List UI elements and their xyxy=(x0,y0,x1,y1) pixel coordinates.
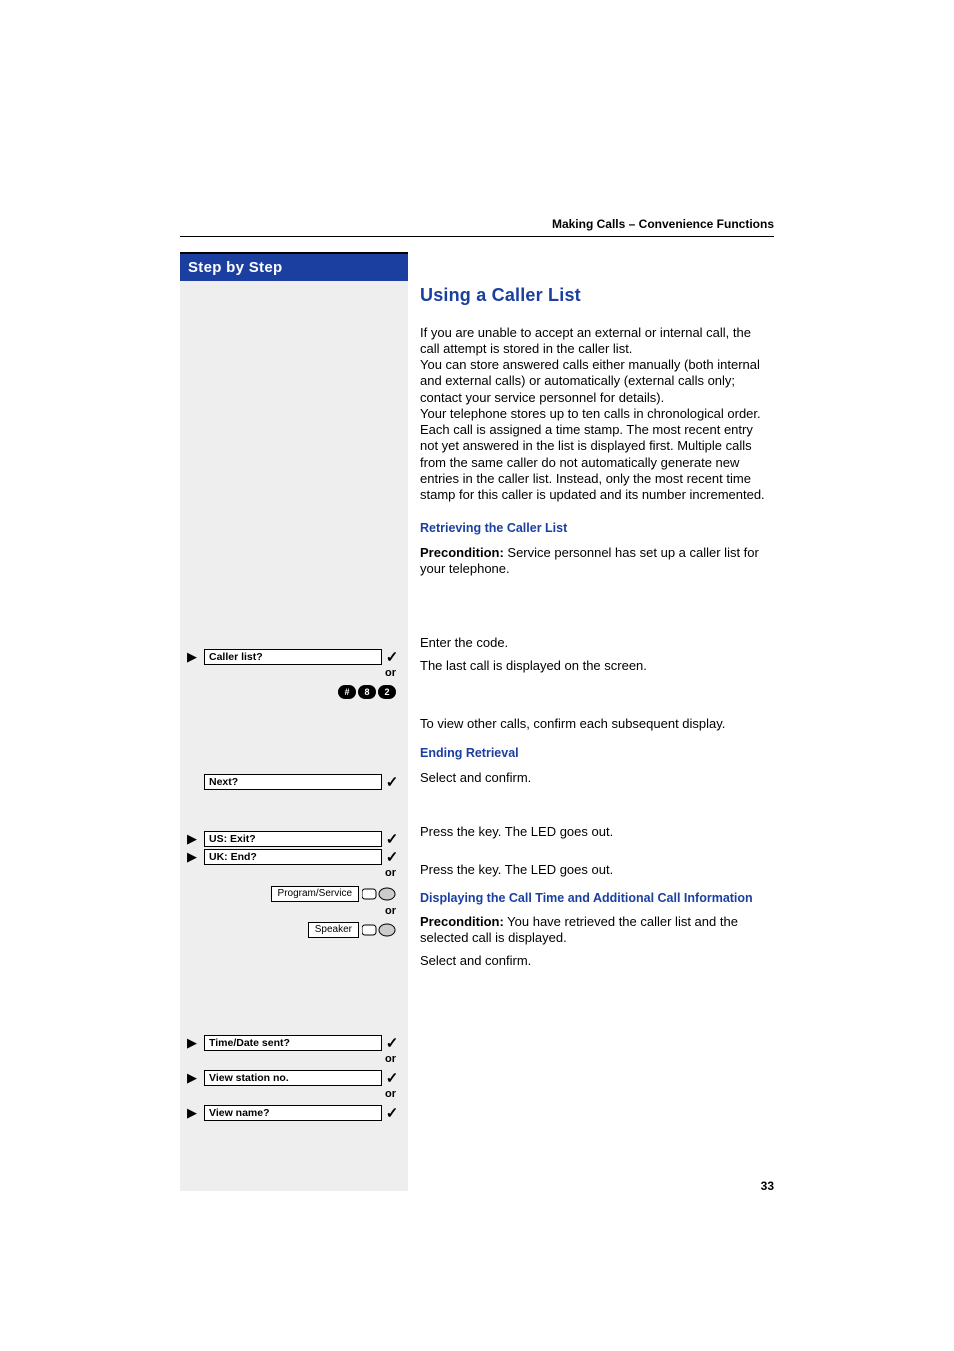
check-icon: ✓ xyxy=(382,1069,402,1087)
code-keys-row: # 8 2 xyxy=(180,685,402,699)
or-label: or xyxy=(180,867,402,879)
section-title: Using a Caller List xyxy=(420,284,774,307)
instruction-text: Press the key. The LED goes out. xyxy=(420,824,774,840)
running-header: Making Calls – Convenience Functions xyxy=(552,217,774,231)
display-prompt: Time/Date sent? xyxy=(204,1035,382,1051)
page: Making Calls – Convenience Functions Ste… xyxy=(0,0,954,1351)
key-label: Program/Service xyxy=(271,886,359,902)
key-with-led-icon[interactable] xyxy=(362,887,396,901)
subsection-title: Retrieving the Caller List xyxy=(420,521,774,537)
page-number: 33 xyxy=(761,1179,774,1193)
check-icon: ✓ xyxy=(382,1104,402,1122)
key-hash[interactable]: # xyxy=(338,685,356,699)
or-label: or xyxy=(180,905,402,917)
subsection-title: Displaying the Call Time and Additional … xyxy=(420,891,774,907)
key-label: Speaker xyxy=(308,922,359,938)
instruction-text: Select and confirm. xyxy=(420,770,774,786)
prompt-exit-end: ▶ US: Exit? ✓ ▶ UK: End? ✓ or xyxy=(180,830,402,879)
arrow-right-icon: ▶ xyxy=(180,849,204,865)
key-program-service-row: Program/Service or xyxy=(180,884,402,917)
display-prompt: View station no. xyxy=(204,1070,382,1086)
instruction-text: Select and confirm. xyxy=(420,953,774,969)
prompt-view-name: ▶ View name? ✓ xyxy=(180,1104,402,1122)
check-icon: ✓ xyxy=(382,648,402,666)
step-by-step-header: Step by Step xyxy=(180,252,408,281)
subsection-title: Ending Retrieval xyxy=(420,746,774,762)
key-2[interactable]: 2 xyxy=(378,685,396,699)
or-label: or xyxy=(180,667,402,679)
key-speaker-row: Speaker xyxy=(180,920,402,940)
precondition-line: Precondition: Service personnel has set … xyxy=(420,545,774,578)
or-label: or xyxy=(180,1053,402,1065)
check-icon: ✓ xyxy=(382,1034,402,1052)
header-rule xyxy=(180,236,774,237)
display-prompt: View name? xyxy=(204,1105,382,1121)
instruction-text: To view other calls, confirm each subseq… xyxy=(420,716,774,732)
precondition-line: Precondition: You have retrieved the cal… xyxy=(420,914,774,947)
key-8[interactable]: 8 xyxy=(358,685,376,699)
check-icon: ✓ xyxy=(382,848,402,866)
intro-paragraph: If you are unable to accept an external … xyxy=(420,325,774,504)
content-columns: Step by Step ▶ Caller list? ✓ or # 8 2 xyxy=(180,252,774,1191)
display-prompt: US: Exit? xyxy=(204,831,382,847)
or-label: or xyxy=(180,1088,402,1100)
display-prompt: Next? xyxy=(204,774,382,790)
arrow-right-icon: ▶ xyxy=(180,1035,204,1051)
instruction-text: The last call is displayed on the screen… xyxy=(420,658,774,674)
prompt-caller-list: ▶ Caller list? ✓ or xyxy=(180,648,402,679)
main-content: Using a Caller List If you are unable to… xyxy=(408,252,774,1191)
precondition-label: Precondition: xyxy=(420,545,504,560)
arrow-right-icon: ▶ xyxy=(180,649,204,665)
display-prompt: UK: End? xyxy=(204,849,382,865)
step-by-step-column: Step by Step ▶ Caller list? ✓ or # 8 2 xyxy=(180,252,408,1191)
arrow-right-icon: ▶ xyxy=(180,831,204,847)
check-icon: ✓ xyxy=(382,773,402,791)
key-with-led-icon[interactable] xyxy=(362,923,396,937)
arrow-right-icon: ▶ xyxy=(180,1105,204,1121)
display-prompt: Caller list? xyxy=(204,649,382,665)
precondition-label: Precondition: xyxy=(420,914,504,929)
prompt-time-date: ▶ Time/Date sent? ✓ or xyxy=(180,1034,402,1065)
check-icon: ✓ xyxy=(382,830,402,848)
arrow-right-icon: ▶ xyxy=(180,1070,204,1086)
instruction-text: Press the key. The LED goes out. xyxy=(420,862,774,878)
prompt-next: Next? ✓ xyxy=(180,773,402,791)
prompt-view-station: ▶ View station no. ✓ or xyxy=(180,1069,402,1100)
instruction-text: Enter the code. xyxy=(420,635,774,651)
